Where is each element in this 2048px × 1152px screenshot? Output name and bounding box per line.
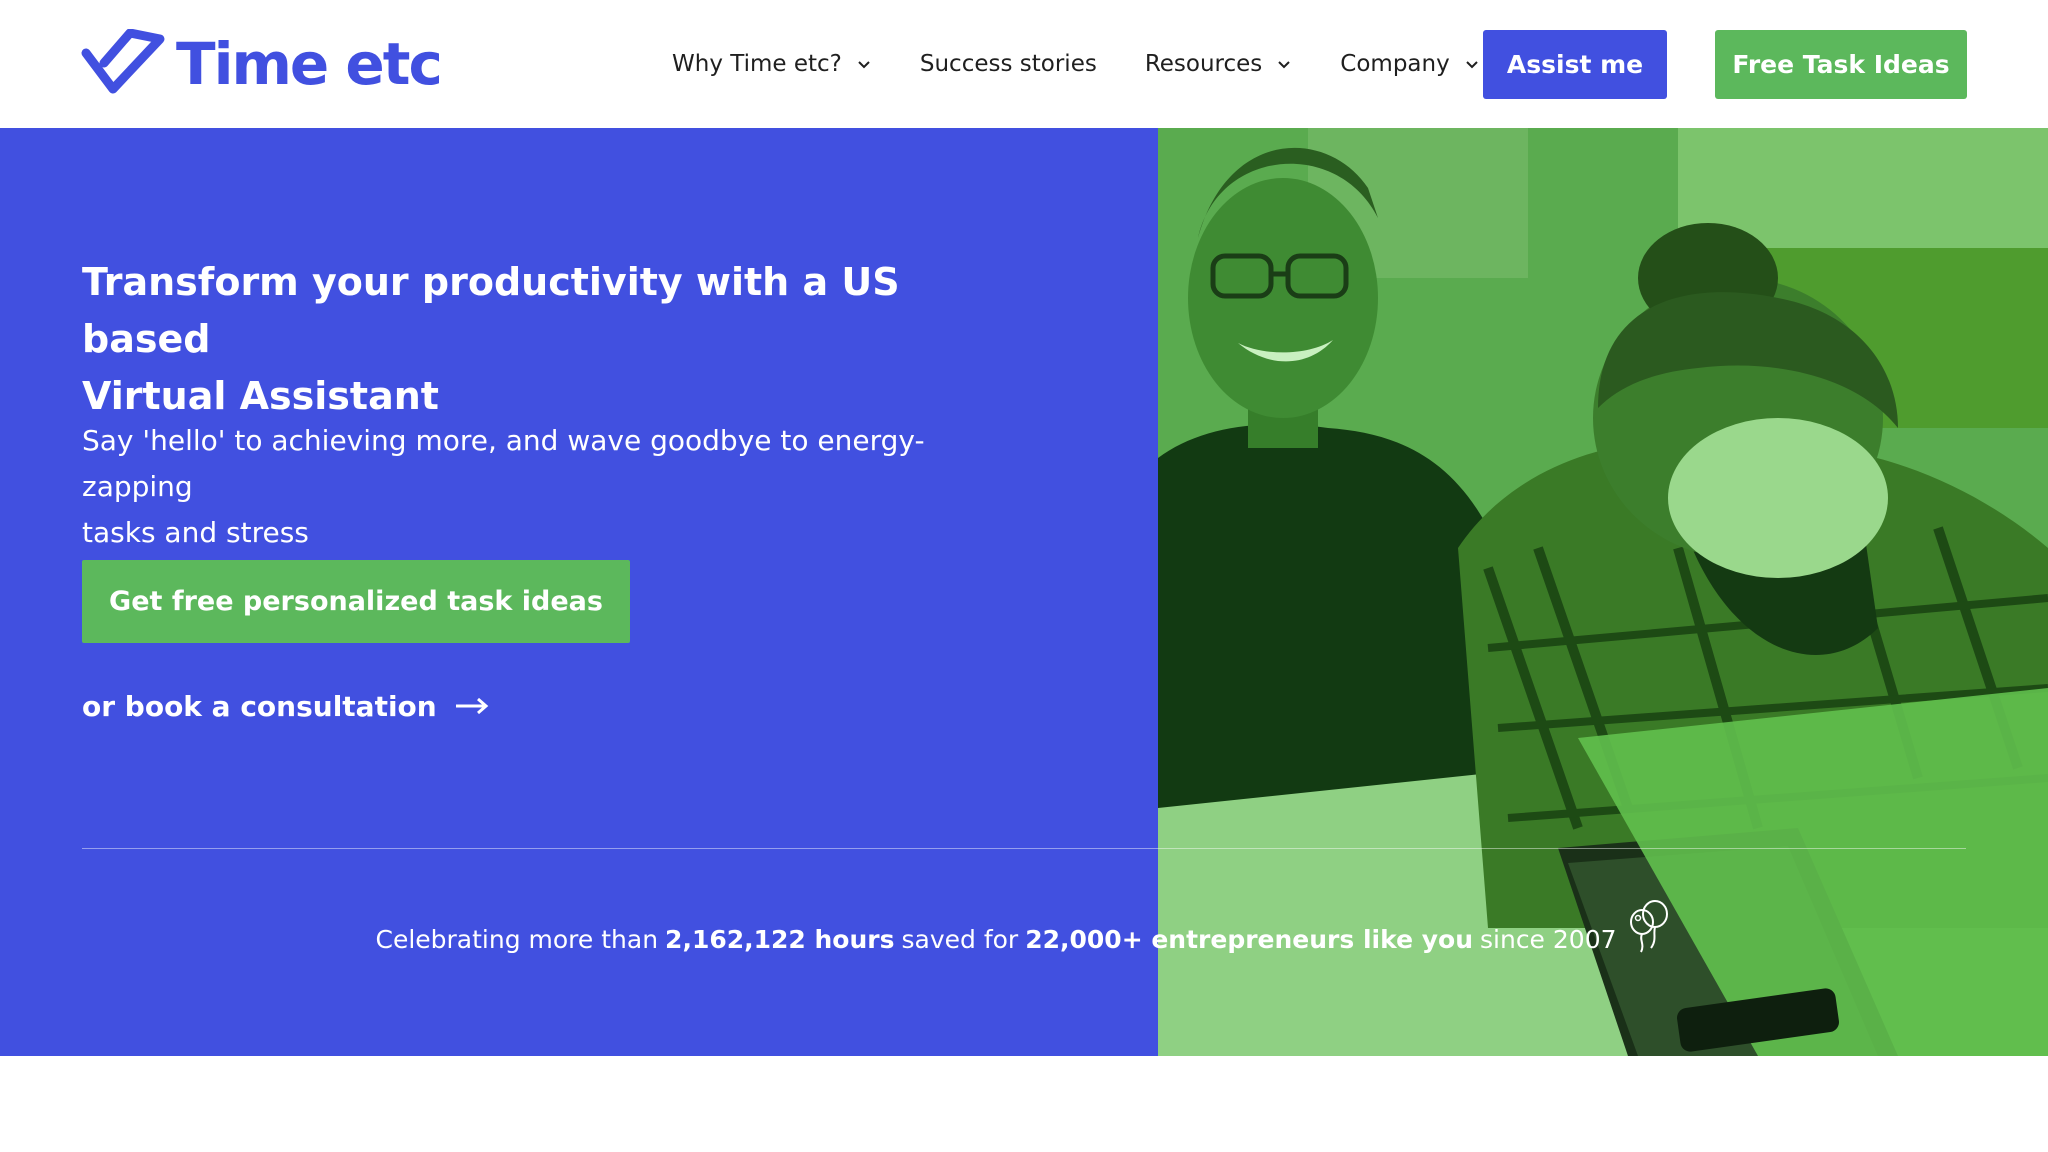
- logo-link[interactable]: Time etc: [80, 28, 443, 100]
- book-consultation-link[interactable]: or book a consultation: [82, 684, 489, 728]
- stats-banner: Celebrating more than 2,162,122 hours sa…: [0, 900, 2048, 964]
- hero-title-line-1: Transform your productivity with a US ba…: [82, 260, 900, 361]
- nav-why-time-etc[interactable]: Why Time etc?: [672, 51, 872, 77]
- site-header: Time etc Why Time etc? Success stories R…: [0, 0, 2048, 128]
- chevron-down-icon: [858, 61, 870, 69]
- checkmark-logo-icon: [81, 29, 165, 94]
- nav-label: Company: [1340, 51, 1450, 77]
- assist-me-button[interactable]: Assist me: [1483, 30, 1667, 99]
- nav-label: Resources: [1144, 51, 1263, 77]
- main-nav: Why Time etc? Success stories Resources …: [672, 44, 1528, 84]
- hero-subtitle-line-1: Say 'hello' to achieving more, and wave …: [82, 424, 925, 503]
- nav-label: Success stories: [919, 51, 1097, 77]
- hero-subtitle-line-2: tasks and stress: [82, 516, 309, 549]
- chevron-down-icon: [1278, 61, 1291, 69]
- nav-company[interactable]: Company: [1340, 51, 1479, 77]
- hero-subtitle: Say 'hello' to achieving more, and wave …: [82, 418, 1002, 556]
- chevron-down-icon: [1466, 61, 1478, 69]
- stats-prefix: Celebrating more than: [375, 924, 659, 954]
- hero-title-line-2: Virtual Assistant: [82, 374, 439, 418]
- get-task-ideas-button[interactable]: Get free personalized task ideas: [82, 560, 630, 643]
- stats-hours: 2,162,122 hours: [665, 924, 895, 954]
- nav-label: Why Time etc?: [672, 51, 842, 77]
- arrow-right-icon: [455, 697, 488, 715]
- balloons-icon: [1629, 900, 1668, 953]
- stats-suffix: since 2007: [1480, 924, 1617, 954]
- stats-middle: saved for: [901, 924, 1019, 954]
- nav-success-stories[interactable]: Success stories: [920, 51, 1097, 77]
- hero-section: Transform your productivity with a US ba…: [0, 128, 2048, 1056]
- stats-entrepreneurs: 22,000+ entrepreneurs like you: [1025, 924, 1473, 954]
- nav-resources[interactable]: Resources: [1145, 51, 1292, 77]
- free-task-ideas-button[interactable]: Free Task Ideas: [1715, 30, 1967, 99]
- consult-link-label: or book a consultation: [82, 689, 437, 723]
- hero-title: Transform your productivity with a US ba…: [82, 254, 982, 425]
- logo-text: Time etc: [176, 30, 443, 98]
- hero-divider: [82, 848, 1966, 849]
